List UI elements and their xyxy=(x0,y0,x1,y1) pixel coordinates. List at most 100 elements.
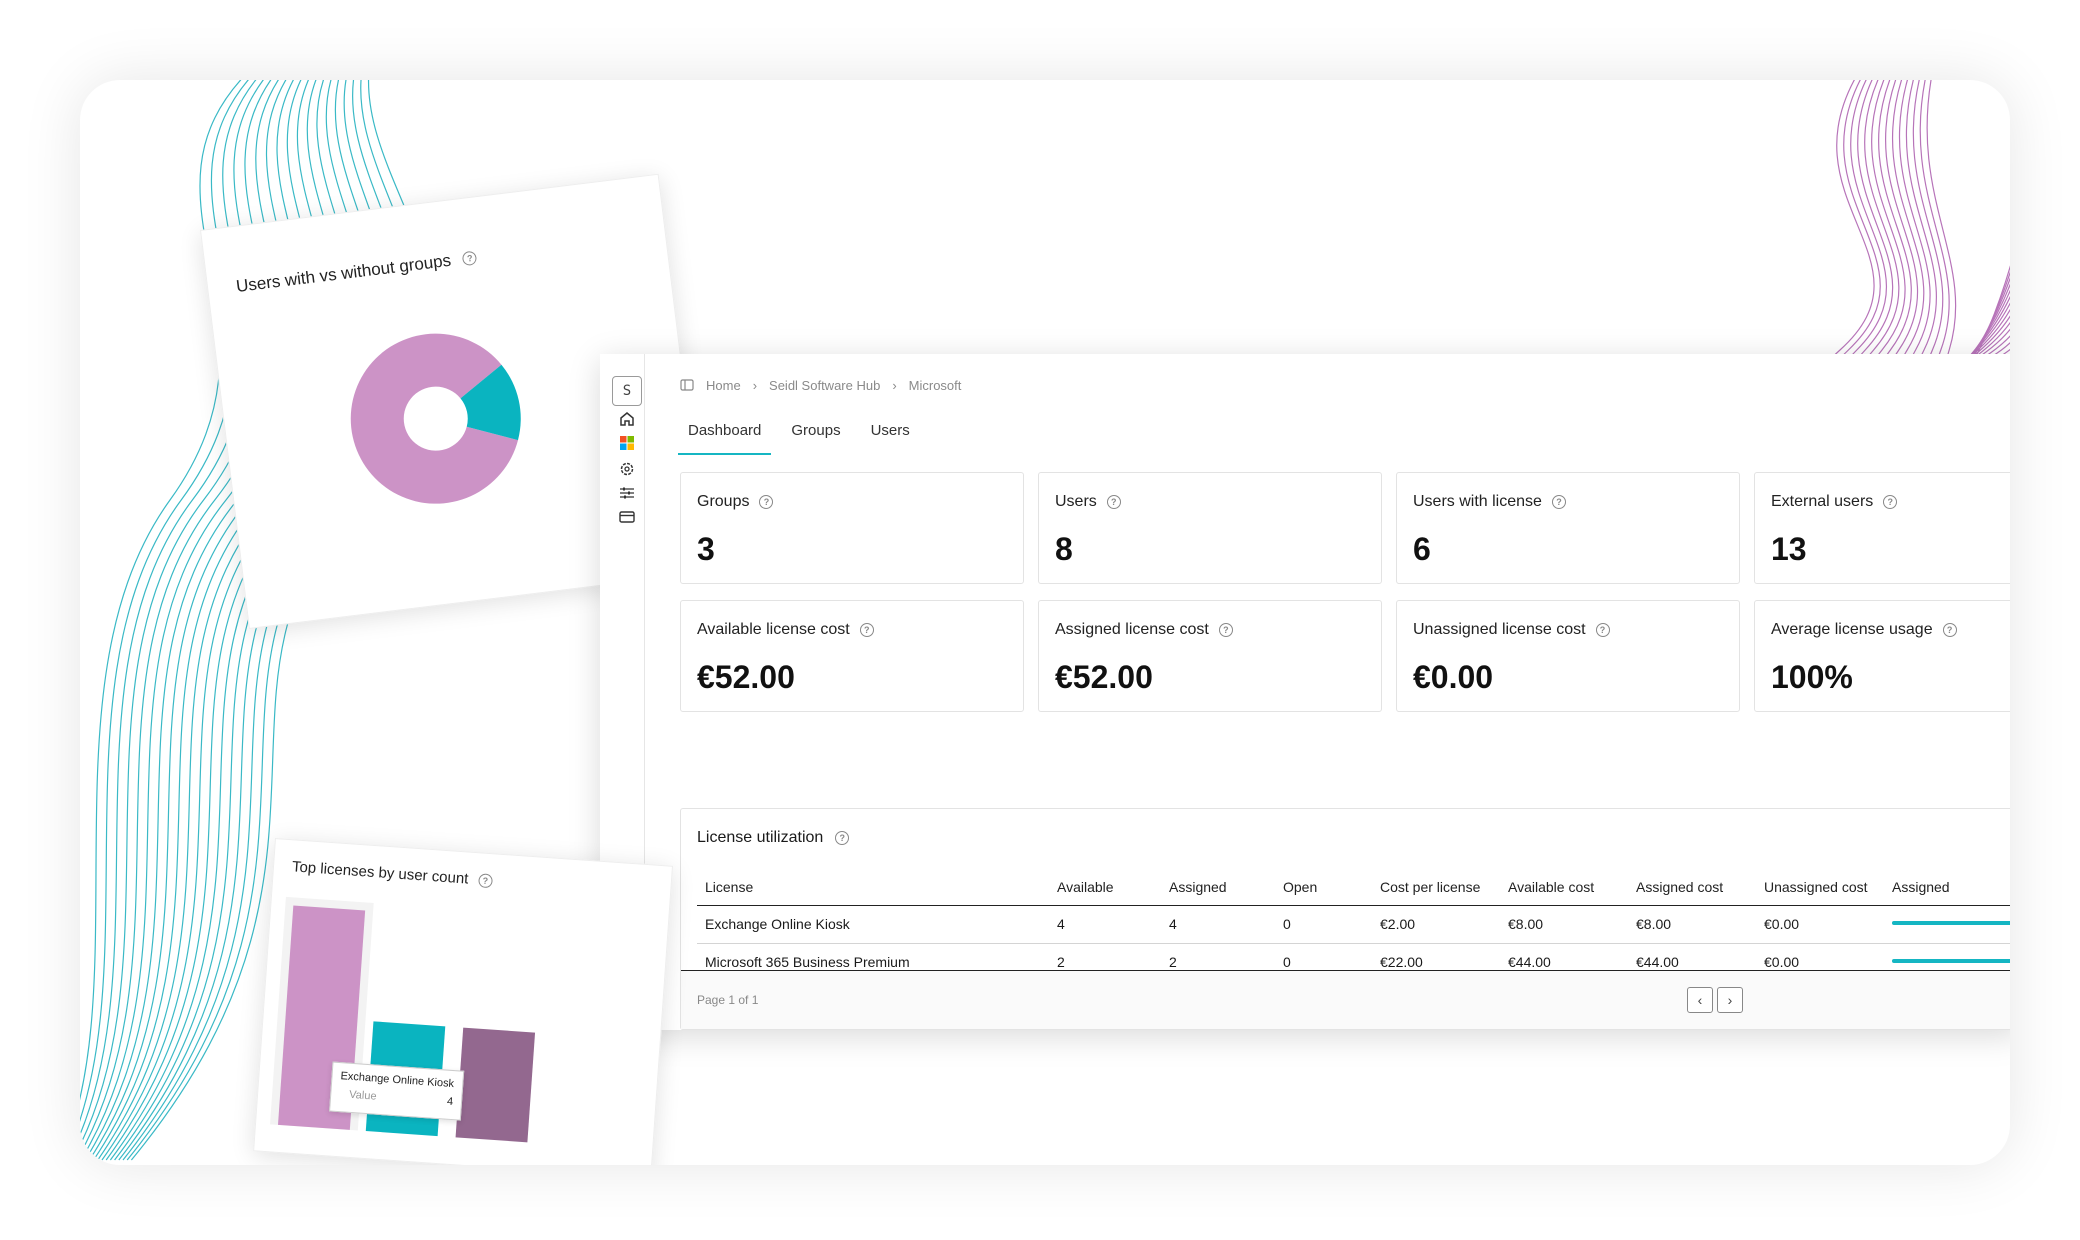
stat-title: Users with license xyxy=(1413,493,1542,510)
chart-tooltip: Exchange Online Kiosk Value 4 xyxy=(329,1061,465,1121)
table-cell-open: 0 xyxy=(1283,954,1291,970)
help-icon[interactable]: ? xyxy=(859,623,874,637)
chevron-right-icon: › xyxy=(752,377,758,393)
bar-mark[interactable] xyxy=(455,1027,536,1143)
workspace-logo[interactable]: S xyxy=(612,376,642,406)
table-cell-assigned-cost: €44.00 xyxy=(1636,954,1679,970)
help-icon[interactable]: ? xyxy=(1883,495,1898,509)
chevron-right-icon: › xyxy=(892,377,897,393)
table-cell-license: Exchange Online Kiosk xyxy=(705,916,850,932)
usage-progress-fill xyxy=(1892,959,2010,963)
tab-bar: Dashboard Groups Users xyxy=(678,412,930,455)
help-icon[interactable]: ? xyxy=(835,831,850,845)
table-header: License Available Assigned Open Cost per… xyxy=(697,873,2010,906)
stat-value: €0.00 xyxy=(1413,659,1494,695)
bar-chart xyxy=(270,896,536,1143)
table-cell-assigned-cost: €8.00 xyxy=(1636,916,1672,932)
microsoft-icon[interactable] xyxy=(618,434,636,452)
tooltip-name: Exchange Online Kiosk xyxy=(340,1070,455,1091)
stat-title: Groups xyxy=(697,493,750,510)
stat-title: Available license cost xyxy=(697,621,850,638)
stat-value: €52.00 xyxy=(697,659,795,695)
column-header[interactable]: Available cost xyxy=(1508,879,1594,895)
stat-value: 6 xyxy=(1413,531,1431,567)
table-cell-available-cost: €8.00 xyxy=(1508,916,1544,932)
table-cell-cost: €22.00 xyxy=(1380,954,1423,970)
help-icon[interactable]: ? xyxy=(1106,495,1121,509)
table-row[interactable]: Exchange Online Kiosk 4 4 0 €2.00 €8.00 €8.00 €… xyxy=(697,906,2010,944)
frame: Users with vs without groups ? S Home › … xyxy=(80,80,2010,1165)
usage-progress-fill xyxy=(1892,921,2010,925)
column-header[interactable]: Unassigned cost xyxy=(1764,879,1868,895)
table-cell-unassigned-cost: €0.00 xyxy=(1764,916,1800,932)
table-cell-unassigned-cost: €0.00 xyxy=(1764,954,1800,970)
breadcrumb-home[interactable]: Home xyxy=(706,378,741,393)
next-page-button[interactable]: › xyxy=(1717,987,1743,1013)
wave-line-purple xyxy=(1898,80,2010,397)
column-header[interactable]: Cost per license xyxy=(1380,879,1480,895)
table-cell-assigned: 4 xyxy=(1169,916,1177,932)
stat-title: Unassigned license cost xyxy=(1413,621,1586,638)
stat-card-external-users: External users? 13 xyxy=(1754,472,2010,584)
stat-title: Users xyxy=(1055,493,1097,510)
breadcrumb-microsoft: Microsoft xyxy=(908,377,962,393)
app-window: S Home › Seidl Software Hub › Microsoft … xyxy=(600,354,2010,1030)
sidebar-toggle-icon[interactable] xyxy=(680,378,694,392)
tab-dashboard[interactable]: Dashboard xyxy=(678,412,772,455)
tooltip-label: Value xyxy=(348,1088,377,1103)
wave-line-purple xyxy=(1883,80,2010,398)
home-icon[interactable] xyxy=(618,410,636,428)
table-cell-available: 4 xyxy=(1057,916,1065,932)
stat-card-users: Users? 8 xyxy=(1038,472,1382,584)
column-header[interactable]: Assigned xyxy=(1892,879,1950,895)
tab-groups[interactable]: Groups xyxy=(781,412,850,453)
stat-card-groups: Groups? 3 xyxy=(680,472,1024,584)
usage-progress-bar xyxy=(1892,959,2010,963)
help-icon[interactable]: ? xyxy=(1551,495,1566,509)
stat-title: External users xyxy=(1771,493,1874,510)
usage-progress-bar xyxy=(1892,921,2010,925)
wave-line-purple xyxy=(1905,80,2010,396)
license-utilization-panel: License utilization ? License Available … xyxy=(680,808,2010,1030)
column-header[interactable]: Open xyxy=(1283,879,1317,895)
table-cell-available-cost: €44.00 xyxy=(1508,954,1551,970)
stat-card-users-with-license: Users with license? 6 xyxy=(1396,472,1740,584)
help-icon[interactable]: ? xyxy=(1218,623,1233,637)
stat-title: Assigned license cost xyxy=(1055,621,1209,638)
table-cell-assigned: 2 xyxy=(1169,954,1177,970)
stat-title: Average license usage xyxy=(1771,621,1933,638)
help-icon[interactable]: ? xyxy=(759,495,774,509)
table-footer: Page 1 of 1 ‹ › xyxy=(681,970,2010,1029)
help-icon[interactable]: ? xyxy=(1942,623,1957,637)
table-cell-cost: €2.00 xyxy=(1380,916,1416,932)
stat-value: 100% xyxy=(1771,659,1853,695)
billing-icon[interactable] xyxy=(618,508,636,526)
stat-card-average-license-usage: Average license usage? 100% xyxy=(1754,600,2010,712)
settings-icon[interactable] xyxy=(618,460,636,478)
table-cell-available: 2 xyxy=(1057,954,1065,970)
breadcrumb: Home › Seidl Software Hub › Microsoft xyxy=(680,374,961,396)
stat-value: €52.00 xyxy=(1055,659,1153,695)
sliders-icon[interactable] xyxy=(618,484,636,502)
wave-line-purple xyxy=(1912,80,2010,396)
stat-card-unassigned-license-cost: Unassigned license cost? €0.00 xyxy=(1396,600,1740,712)
column-header[interactable]: Available xyxy=(1057,879,1114,895)
previous-page-button[interactable]: ‹ xyxy=(1687,987,1713,1013)
stat-value: 13 xyxy=(1771,531,1807,567)
stat-value: 8 xyxy=(1055,531,1073,567)
table-cell-open: 0 xyxy=(1283,916,1291,932)
page-info: Page 1 of 1 xyxy=(697,993,759,1007)
column-header[interactable]: Assigned cost xyxy=(1636,879,1723,895)
tooltip-value: 4 xyxy=(446,1095,454,1109)
breadcrumb-hub[interactable]: Seidl Software Hub xyxy=(769,378,880,393)
tab-users[interactable]: Users xyxy=(861,412,920,453)
column-header[interactable]: Assigned xyxy=(1169,879,1227,895)
stat-card-assigned-license-cost: Assigned license cost? €52.00 xyxy=(1038,600,1382,712)
bar-card: Top licenses by user count ? Exchange On… xyxy=(253,838,674,1165)
table-cell-license: Microsoft 365 Business Premium xyxy=(705,954,910,970)
help-icon[interactable]: ? xyxy=(1595,623,1610,637)
panel-title: License utilization xyxy=(697,829,824,846)
stat-card-available-license-cost: Available license cost? €52.00 xyxy=(680,600,1024,712)
stat-value: 3 xyxy=(697,531,715,567)
column-header[interactable]: License xyxy=(705,879,753,895)
